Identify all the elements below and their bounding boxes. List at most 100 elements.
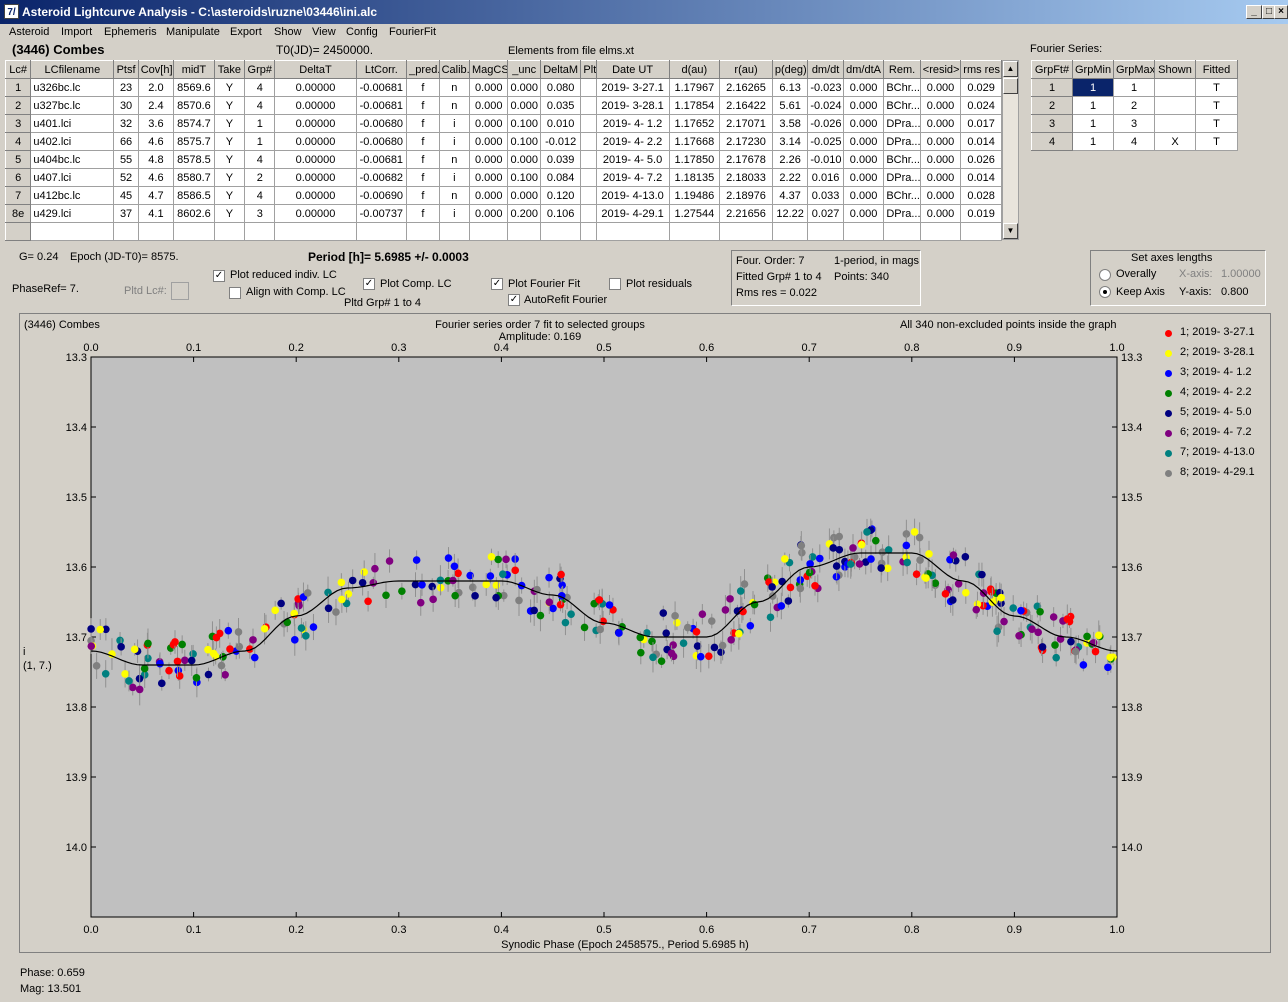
lc_table-cell[interactable]: 0.000: [842, 204, 885, 223]
lc_table-cell[interactable]: n: [438, 186, 470, 205]
lc_table-cell[interactable]: -0.024: [807, 96, 844, 115]
lc_table-cell[interactable]: 8569.6: [173, 78, 215, 97]
fourier_table-cell[interactable]: 1: [1113, 78, 1155, 97]
lc_table-cell[interactable]: 0.000: [842, 150, 885, 169]
lc_table-cell[interactable]: 0.100: [507, 114, 541, 133]
lc_table-cell[interactable]: BChr...: [883, 78, 921, 97]
lc_table-cell[interactable]: 0.000: [842, 168, 885, 187]
lc_table-cell[interactable]: 0.084: [539, 168, 582, 187]
lc_table-cell[interactable]: 0.00000: [274, 114, 357, 133]
scroll-up-button[interactable]: ▲: [1003, 61, 1018, 77]
menu-view[interactable]: View: [312, 26, 336, 38]
lc_table-cell[interactable]: -0.010: [807, 150, 844, 169]
lc_table-row[interactable]: 5 u404bc.lc 55 4.8 8578.5 Y 4 0.00000 -0.00681 f n…: [4, 150, 1002, 169]
lc_table-cell[interactable]: -0.00681: [355, 96, 408, 115]
lc_table-cell[interactable]: 12.22: [771, 204, 809, 223]
lc_table-cell[interactable]: 8586.5: [173, 186, 215, 205]
pltd-lc-spinner[interactable]: [171, 282, 189, 300]
lc_table-cell[interactable]: 1: [4, 78, 32, 97]
fourier_table-cell[interactable]: X: [1154, 132, 1196, 151]
lc_table-cell[interactable]: -0.00737: [355, 204, 408, 223]
lc_table-col-header[interactable]: MagCS: [468, 60, 509, 79]
lc_table-cell[interactable]: BChr...: [883, 96, 921, 115]
lc_table-cell[interactable]: 0.019: [960, 204, 1002, 223]
lc_table-cell[interactable]: [842, 222, 885, 241]
lc_table-cell[interactable]: 0.000: [919, 96, 962, 115]
lc_table-cell[interactable]: 0.039: [539, 150, 582, 169]
lc_table-cell[interactable]: 2019- 4- 1.2: [595, 114, 670, 133]
lc_table-cell[interactable]: Y: [213, 78, 246, 97]
lightcurve-table[interactable]: Lc# LCfilename Ptsf Cov[h] midT Take Grp# Delta…: [4, 60, 1002, 241]
scroll-down-button[interactable]: ▼: [1003, 223, 1018, 239]
lc_table-cell[interactable]: 1.18135: [668, 168, 721, 187]
lc_table-cell[interactable]: [580, 222, 597, 241]
fourier_table-cell[interactable]: [1154, 78, 1196, 97]
lc_table-cell[interactable]: 0.000: [842, 78, 885, 97]
fourier_table-row[interactable]: 212 T: [1031, 96, 1238, 115]
lc_table-cell[interactable]: [883, 222, 921, 241]
lc_table-cell[interactable]: 45: [113, 186, 139, 205]
lc_table-cell[interactable]: [580, 132, 597, 151]
lc_table-cell[interactable]: 0.000: [468, 150, 509, 169]
lc_table-cell[interactable]: 32: [113, 114, 139, 133]
lc_table-cell[interactable]: 8570.6: [173, 96, 215, 115]
fourier_table-cell[interactable]: 1: [1072, 96, 1114, 115]
lc_table-cell[interactable]: 4: [244, 186, 276, 205]
lc_table-cell[interactable]: 4.6: [137, 132, 175, 151]
lc_table-cell[interactable]: Y: [213, 186, 246, 205]
menu-ephemeris[interactable]: Ephemeris: [104, 26, 157, 38]
lc_table-cell[interactable]: 0.000: [468, 96, 509, 115]
fourier_table-col-header[interactable]: GrpMin: [1072, 60, 1114, 79]
lc_table-cell[interactable]: 8602.6: [173, 204, 215, 223]
lc_table-cell[interactable]: 0.120: [539, 186, 582, 205]
lc_table-cell[interactable]: [580, 96, 597, 115]
lc_table-cell[interactable]: 0.000: [468, 114, 509, 133]
lc_table-cell[interactable]: 2019- 4- 7.2: [595, 168, 670, 187]
lc_table-cell[interactable]: [173, 222, 215, 241]
lc_table-cell[interactable]: 4: [244, 150, 276, 169]
lc_table-cell[interactable]: 0.00000: [274, 150, 357, 169]
fourier_table-cell[interactable]: 2: [1113, 96, 1155, 115]
lc_table-col-header[interactable]: _pred.: [406, 60, 440, 79]
lc_table-cell[interactable]: 1.17854: [668, 96, 721, 115]
lc_table-row[interactable]: 4 u402.lci 66 4.6 8575.7 Y 1 0.00000 -0.00680 f i 0…: [4, 132, 1002, 151]
lc_table-row[interactable]: 1 u326bc.lc 23 2.0 8569.6 Y 4 0.00000 -0.00681 f n…: [4, 78, 1002, 97]
lc_table-col-header[interactable]: Plt: [580, 60, 597, 79]
lc_table-cell[interactable]: 0.000: [842, 96, 885, 115]
fourier_table-cell[interactable]: 4: [1113, 132, 1155, 151]
fourier_table-cell[interactable]: 2: [1031, 96, 1073, 115]
lc_table-cell[interactable]: 0.033: [807, 186, 844, 205]
lc_table-cell[interactable]: 0.000: [468, 78, 509, 97]
lc_table-cell[interactable]: DPra...: [883, 132, 921, 151]
fourier_table-row[interactable]: 313 T: [1031, 114, 1238, 133]
lc_table-cell[interactable]: 4: [244, 96, 276, 115]
fourier_table-row[interactable]: 414XT: [1031, 132, 1238, 151]
lc_table-cell[interactable]: 1.17967: [668, 78, 721, 97]
lc_table-cell[interactable]: [580, 168, 597, 187]
lc_table-col-header[interactable]: dm/dtA: [842, 60, 885, 79]
lc_table-cell[interactable]: i: [438, 168, 470, 187]
lc_table-cell[interactable]: [580, 114, 597, 133]
fourier_table-cell[interactable]: T: [1195, 114, 1238, 133]
plot-resid-checkbox[interactable]: [609, 278, 621, 290]
fourier_table-header-row[interactable]: GrpFt# GrpMin GrpMax Shown Fitted: [1031, 60, 1238, 79]
menu-show[interactable]: Show: [274, 26, 302, 38]
lc_table-cell[interactable]: u429.lci: [30, 204, 115, 223]
lc_table-cell[interactable]: 0.00000: [274, 132, 357, 151]
lc_table-cell[interactable]: 0.000: [919, 78, 962, 97]
lc_table-cell[interactable]: 2019- 4- 5.0: [595, 150, 670, 169]
menu-export[interactable]: Export: [230, 26, 262, 38]
lc_table-cell[interactable]: 2.16422: [719, 96, 773, 115]
lc_table-cell[interactable]: [580, 204, 597, 223]
lc_table-cell[interactable]: 2.18976: [719, 186, 773, 205]
lc_table-cell[interactable]: -0.00690: [355, 186, 408, 205]
lc_table-row[interactable]: 7 u412bc.lc 45 4.7 8586.5 Y 4 0.00000 -0.00690 f n…: [4, 186, 1002, 205]
lc_table-cell[interactable]: i: [438, 114, 470, 133]
lc_table-cell[interactable]: Y: [213, 96, 246, 115]
lc_table-cell[interactable]: 0.000: [507, 150, 541, 169]
lc_table-cell[interactable]: 0.000: [919, 186, 962, 205]
lc_table-cell[interactable]: 0.00000: [274, 96, 357, 115]
lc_table-cell[interactable]: [438, 222, 470, 241]
overally-radio[interactable]: [1099, 269, 1111, 281]
lc_table-cell[interactable]: 3: [4, 114, 32, 133]
